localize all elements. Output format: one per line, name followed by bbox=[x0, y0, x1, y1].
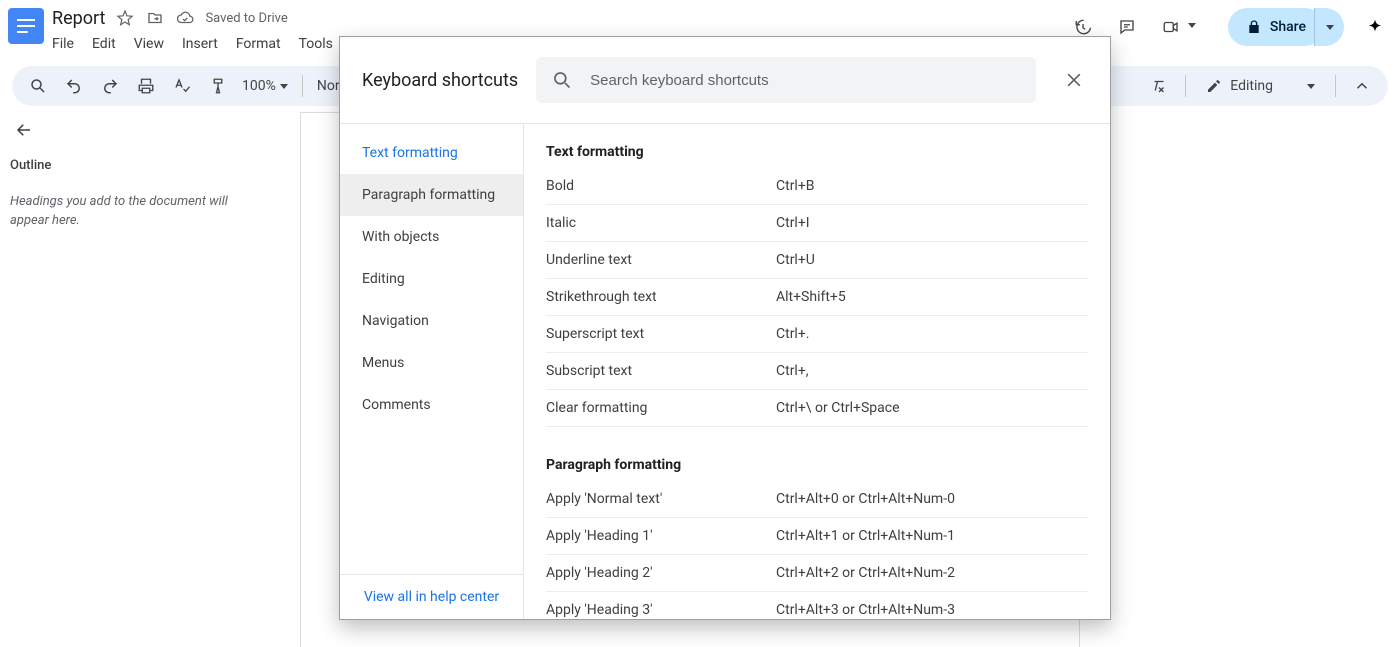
spellcheck-icon[interactable] bbox=[170, 74, 194, 98]
star-icon[interactable] bbox=[115, 8, 135, 28]
cloud-saved-icon[interactable] bbox=[175, 8, 195, 28]
shortcut-row: Apply 'Heading 2'Ctrl+Alt+2 or Ctrl+Alt+… bbox=[546, 555, 1088, 592]
menu-file[interactable]: File bbox=[52, 36, 74, 52]
share-dropdown[interactable] bbox=[1314, 8, 1344, 46]
shortcut-row: Clear formattingCtrl+\ or Ctrl+Space bbox=[546, 390, 1088, 427]
caret-down-icon[interactable] bbox=[1188, 23, 1196, 28]
chevron-up-icon[interactable] bbox=[1350, 74, 1374, 98]
menu-edit[interactable]: Edit bbox=[92, 36, 116, 52]
zoom-select[interactable]: 100% bbox=[242, 78, 288, 94]
nav-navigation[interactable]: Navigation bbox=[340, 300, 523, 342]
section-title-paragraph: Paragraph formatting bbox=[546, 457, 1088, 473]
editing-mode-label: Editing bbox=[1230, 78, 1273, 94]
shortcut-row: Apply 'Heading 3'Ctrl+Alt+3 or Ctrl+Alt+… bbox=[546, 592, 1088, 619]
shortcut-row: Apply 'Normal text'Ctrl+Alt+0 or Ctrl+Al… bbox=[546, 481, 1088, 518]
nav-editing[interactable]: Editing bbox=[340, 258, 523, 300]
shortcut-row: Strikethrough textAlt+Shift+5 bbox=[546, 279, 1088, 316]
undo-icon[interactable] bbox=[62, 74, 86, 98]
saved-status: Saved to Drive bbox=[205, 11, 287, 26]
search-menus-icon[interactable] bbox=[26, 74, 50, 98]
dialog-title: Keyboard shortcuts bbox=[362, 70, 518, 91]
nav-text-formatting[interactable]: Text formatting bbox=[340, 132, 523, 174]
comments-icon[interactable] bbox=[1114, 14, 1140, 40]
meet-icon[interactable] bbox=[1158, 14, 1184, 40]
dialog-search-input[interactable] bbox=[588, 71, 1020, 90]
shortcut-row: Superscript textCtrl+. bbox=[546, 316, 1088, 353]
dialog-search[interactable] bbox=[536, 57, 1036, 103]
keyboard-shortcuts-dialog: Keyboard shortcuts Text formatting Parag… bbox=[339, 36, 1111, 620]
clear-formatting-icon[interactable] bbox=[1147, 74, 1171, 98]
divider bbox=[1335, 75, 1336, 97]
help-center-link[interactable]: View all in help center bbox=[340, 574, 523, 619]
share-label: Share bbox=[1270, 19, 1306, 35]
dialog-header: Keyboard shortcuts bbox=[340, 37, 1110, 123]
menu-format[interactable]: Format bbox=[236, 36, 281, 52]
caret-down-icon bbox=[280, 84, 288, 89]
menu-tools[interactable]: Tools bbox=[299, 36, 333, 52]
nav-comments[interactable]: Comments bbox=[340, 384, 523, 426]
zoom-value: 100% bbox=[242, 78, 276, 94]
shortcut-row: Underline textCtrl+U bbox=[546, 242, 1088, 279]
move-icon[interactable] bbox=[145, 8, 165, 28]
divider bbox=[302, 75, 303, 97]
outline-hint: Headings you add to the document will ap… bbox=[10, 193, 240, 231]
editing-mode-select[interactable]: Editing bbox=[1200, 78, 1321, 94]
paint-format-icon[interactable] bbox=[206, 74, 230, 98]
menu-insert[interactable]: Insert bbox=[182, 36, 218, 52]
outline-panel: Outline Headings you add to the document… bbox=[0, 106, 300, 647]
back-arrow-icon[interactable] bbox=[10, 116, 38, 144]
redo-icon[interactable] bbox=[98, 74, 122, 98]
shortcut-row: Apply 'Heading 1'Ctrl+Alt+1 or Ctrl+Alt+… bbox=[546, 518, 1088, 555]
nav-menus[interactable]: Menus bbox=[340, 342, 523, 384]
print-icon[interactable] bbox=[134, 74, 158, 98]
dialog-content[interactable]: Text formatting BoldCtrl+B ItalicCtrl+I … bbox=[524, 124, 1110, 619]
shortcut-row: Subscript textCtrl+, bbox=[546, 353, 1088, 390]
section-title-text: Text formatting bbox=[546, 144, 1088, 160]
docs-logo-icon[interactable] bbox=[8, 8, 44, 44]
share-button[interactable]: Share bbox=[1228, 8, 1324, 46]
shortcut-row: ItalicCtrl+I bbox=[546, 205, 1088, 242]
shortcut-row: BoldCtrl+B bbox=[546, 168, 1088, 205]
menu-view[interactable]: View bbox=[134, 36, 164, 52]
right-tools: Share bbox=[1070, 8, 1388, 46]
caret-down-icon bbox=[1307, 84, 1315, 89]
search-icon bbox=[552, 70, 572, 90]
divider bbox=[1185, 75, 1186, 97]
nav-paragraph-formatting[interactable]: Paragraph formatting bbox=[340, 174, 523, 216]
document-title[interactable]: Report bbox=[52, 8, 105, 29]
gemini-sparkle-icon[interactable] bbox=[1362, 14, 1388, 40]
outline-title: Outline bbox=[10, 158, 286, 173]
close-icon[interactable] bbox=[1060, 66, 1088, 94]
dialog-nav: Text formatting Paragraph formatting Wit… bbox=[340, 124, 524, 619]
nav-with-objects[interactable]: With objects bbox=[340, 216, 523, 258]
